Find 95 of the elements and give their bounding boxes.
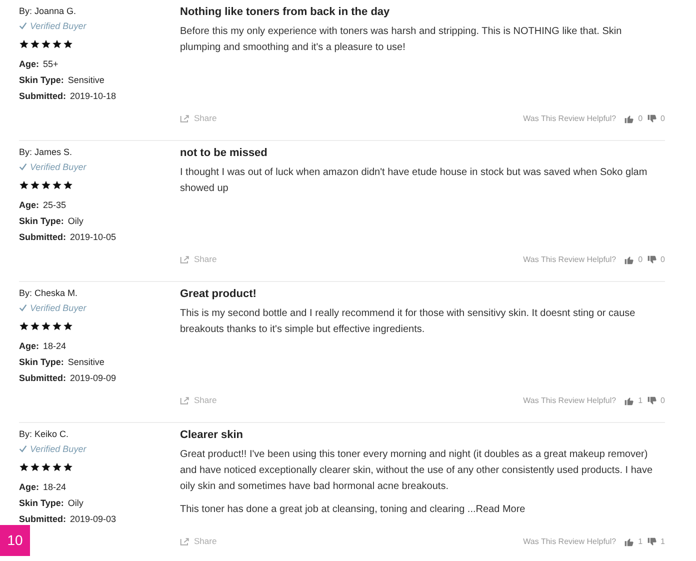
skin-type-value: Sensitive: [68, 74, 104, 87]
review-text: Great product!! I've been using this toner every morning and night (it doubles as a great makeup remover) and have noticed exceptionally clearer skin, without the use of any other consistently used products. I have oily skin and sometimes have bad hormonal acne breakouts.: [180, 448, 654, 494]
age-label: Age:: [19, 340, 39, 353]
thumbs-up-icon[interactable]: [624, 396, 634, 406]
helpful-question: Was This Review Helpful?: [523, 112, 616, 125]
age-value: 18-24: [43, 481, 66, 494]
skin-type-value: Sensitive: [68, 356, 104, 369]
check-icon: [19, 163, 27, 171]
reviewer-name: By: Joanna G.: [19, 5, 78, 17]
star-icon: [41, 39, 51, 49]
star-icon: [52, 180, 62, 190]
skin-type-label: Skin Type:: [19, 74, 64, 87]
thumbs-down-icon[interactable]: [646, 254, 657, 265]
reviewer-name: By: Cheska M.: [19, 287, 79, 299]
star-icon: [63, 462, 73, 472]
star-icon: [63, 39, 73, 49]
share-link[interactable]: Share: [194, 394, 217, 407]
star-icon: [19, 462, 29, 472]
star-icon: [52, 39, 62, 49]
helpful-question: Was This Review Helpful?: [523, 254, 616, 266]
share-icon[interactable]: [180, 396, 190, 406]
review-title: Great product!: [180, 287, 258, 301]
star-icon: [19, 39, 29, 49]
review-title: not to be missed: [180, 146, 268, 160]
check-icon: [19, 22, 27, 30]
page-badge: 10: [0, 525, 30, 556]
downvote-count: 0: [660, 112, 665, 125]
skin-type-label: Skin Type:: [19, 497, 64, 510]
submitted-date: 2019-09-03: [70, 513, 116, 526]
star-icon: [63, 180, 73, 190]
star-icon: [41, 321, 51, 331]
upvote-count: 1: [638, 394, 643, 407]
thumbs-down-icon[interactable]: [646, 536, 657, 547]
share-icon[interactable]: [180, 537, 190, 546]
reviewer-name: By: Keiko C.: [19, 428, 70, 440]
submitted-label: Submitted:: [19, 372, 66, 385]
verified-label: Verified Buyer: [30, 20, 86, 32]
verified-label: Verified Buyer: [30, 302, 86, 314]
age-value: 18-24: [43, 340, 66, 353]
skin-type-label: Skin Type:: [19, 356, 64, 369]
share-icon[interactable]: [180, 114, 190, 124]
review-text: Before this my only experience with toners was harsh and stripping. This is NOTHING like that. Skin plumping and smoothing and it's a pleasure to use!: [180, 25, 623, 55]
thumbs-down-icon[interactable]: [646, 396, 657, 406]
upvote-count: 0: [638, 254, 643, 266]
share-link[interactable]: Share: [194, 112, 217, 125]
share-link[interactable]: Share: [194, 253, 217, 266]
submitted-date: 2019-10-05: [70, 231, 116, 244]
check-icon: [19, 304, 27, 312]
star-icon: [19, 321, 29, 331]
star-icon: [19, 180, 29, 190]
star-icon: [52, 321, 62, 331]
age-value: 55+: [43, 58, 58, 71]
verified-label: Verified Buyer: [30, 443, 86, 455]
age-label: Age:: [19, 199, 39, 212]
skin-type-label: Skin Type:: [19, 215, 64, 228]
review-title: Clearer skin: [180, 428, 244, 442]
star-icon: [30, 39, 40, 49]
upvote-count: 0: [638, 112, 643, 125]
skin-type-value: Oily: [68, 215, 84, 228]
review-text: I thought I was out of luck when amazon didn't have etude house in stock but was saved when Soko glam showed up: [180, 166, 648, 196]
thumbs-up-icon[interactable]: [624, 114, 634, 124]
submitted-label: Submitted:: [19, 231, 66, 244]
thumbs-up-icon[interactable]: [624, 536, 634, 547]
submitted-date: 2019-10-18: [70, 90, 116, 103]
star-icon: [30, 321, 40, 331]
star-icon: [63, 321, 73, 331]
share-link[interactable]: Share: [194, 535, 217, 548]
read-more-link[interactable]: ...Read More: [467, 504, 526, 515]
share-icon[interactable]: [180, 255, 190, 264]
star-icon: [41, 462, 51, 472]
star-icon: [41, 180, 51, 190]
review-text: This is my second bottle and I really recommend it for those with sensitivy skin. It doesnt sting or cause breakouts thanks to it's simple but effective ingredients.: [180, 307, 636, 337]
downvote-count: 1: [660, 536, 665, 548]
age-label: Age:: [19, 58, 39, 71]
reviewer-name: By: James S.: [19, 146, 74, 158]
thumbs-down-icon[interactable]: [646, 114, 657, 124]
submitted-date: 2019-09-09: [70, 372, 116, 385]
review-title: Nothing like toners from back in the day: [180, 5, 391, 19]
check-icon: [19, 445, 27, 453]
age-label: Age:: [19, 481, 39, 494]
helpful-question: Was This Review Helpful?: [523, 394, 616, 407]
verified-label: Verified Buyer: [30, 161, 86, 173]
downvote-count: 0: [660, 254, 665, 266]
helpful-question: Was This Review Helpful?: [523, 536, 616, 548]
downvote-count: 0: [660, 394, 665, 407]
star-icon: [52, 462, 62, 472]
skin-type-value: Oily: [68, 497, 84, 510]
star-icon: [30, 180, 40, 190]
age-value: 25-35: [43, 199, 66, 212]
thumbs-up-icon[interactable]: [624, 254, 634, 265]
submitted-label: Submitted:: [19, 513, 66, 526]
star-icon: [30, 462, 40, 472]
upvote-count: 1: [638, 536, 643, 548]
submitted-label: Submitted:: [19, 90, 66, 103]
review-text: This toner has done a great job at cleansing, toning and clearing ...Read More: [180, 503, 526, 517]
